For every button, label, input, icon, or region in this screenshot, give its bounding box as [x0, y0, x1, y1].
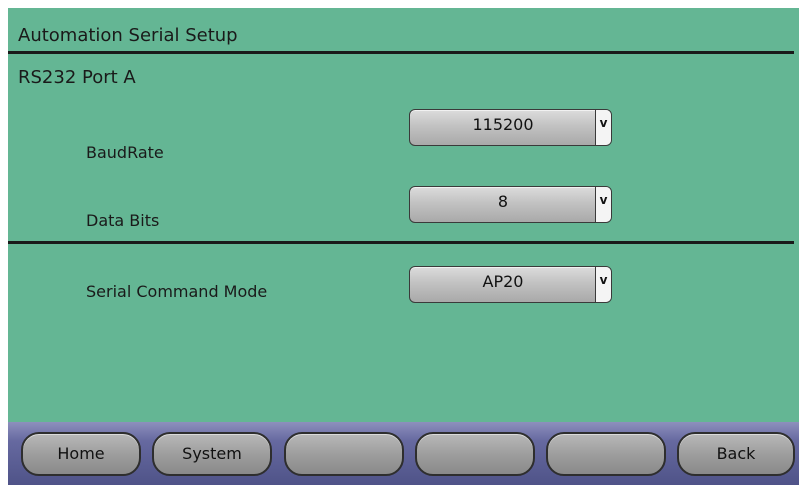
- back-button[interactable]: Back: [677, 432, 795, 476]
- serial-command-mode-label: Serial Command Mode: [86, 282, 268, 301]
- system-button[interactable]: System: [152, 432, 272, 476]
- title-divider: [8, 51, 794, 54]
- nav-button-3[interactable]: [284, 432, 404, 476]
- data-bits-value: 8: [497, 192, 509, 211]
- bottom-navigation-bar: Home System Back: [8, 422, 799, 485]
- chevron-down-icon[interactable]: v: [595, 110, 611, 145]
- automation-serial-setup-screen: Automation Serial Setup RS232 Port A Bau…: [0, 0, 799, 485]
- serial-command-mode-value: AP20: [482, 272, 524, 291]
- baudrate-value: 115200: [472, 115, 534, 134]
- baudrate-label: BaudRate: [86, 143, 164, 162]
- chevron-down-icon[interactable]: v: [595, 187, 611, 222]
- page-title: Automation Serial Setup: [18, 25, 238, 46]
- nav-button-5[interactable]: [546, 432, 666, 476]
- baudrate-dropdown[interactable]: 115200 v: [409, 109, 612, 146]
- chevron-down-icon[interactable]: v: [595, 267, 611, 302]
- home-button[interactable]: Home: [21, 432, 141, 476]
- data-bits-dropdown[interactable]: 8 v: [409, 186, 612, 223]
- serial-command-mode-dropdown[interactable]: AP20 v: [409, 266, 612, 303]
- section-divider: [8, 241, 794, 244]
- data-bits-label: Data Bits: [86, 211, 160, 230]
- nav-button-4[interactable]: [415, 432, 535, 476]
- section-label-rs232-port-a: RS232 Port A: [18, 67, 136, 88]
